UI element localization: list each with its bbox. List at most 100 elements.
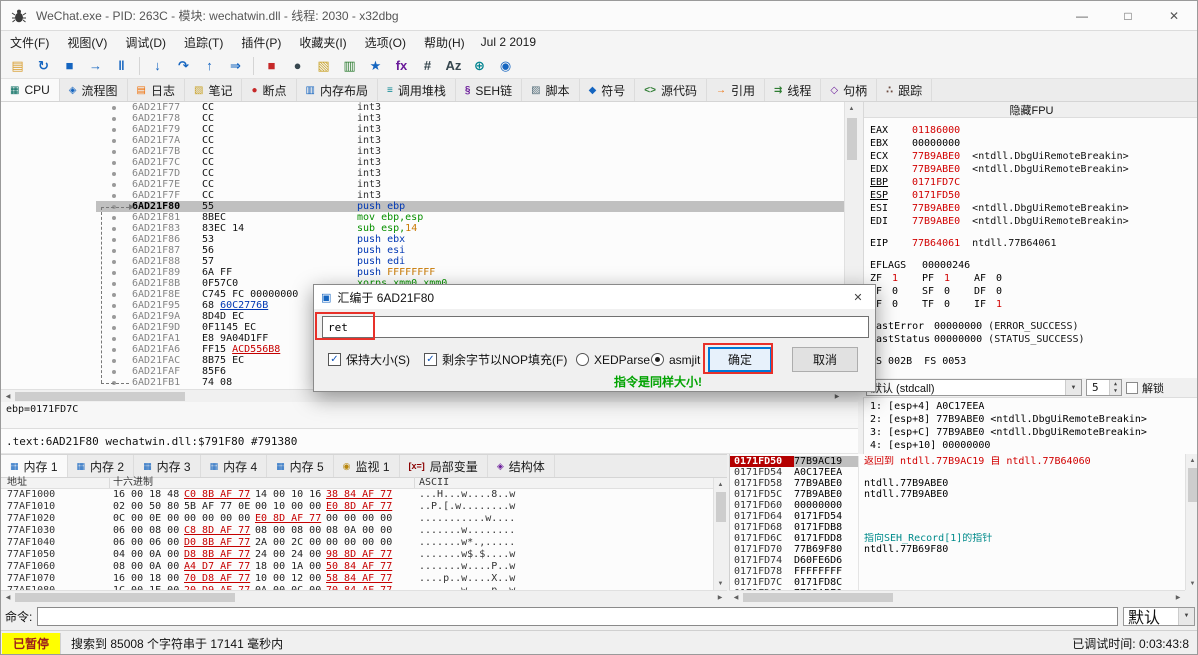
breakpoints-button[interactable]: ● <box>285 55 310 77</box>
bottom-tab-struct[interactable]: ◈结构体 <box>488 455 555 477</box>
flag-if[interactable]: IF1 <box>974 298 1026 311</box>
menu-item[interactable]: 追踪(T) <box>175 31 232 53</box>
dialog-close-icon[interactable]: ✕ <box>841 285 875 309</box>
disasm-row[interactable]: 6AD21F79CCint3 <box>96 124 844 135</box>
disasm-row[interactable]: 6AD21F8756push esi <box>96 245 844 256</box>
disasm-row[interactable]: 6AD21F8857push edi <box>96 256 844 267</box>
bottom-tab-watch-1[interactable]: ◉监视 1 <box>334 455 400 477</box>
register-row[interactable]: ESP0171FD50 <box>870 189 1198 202</box>
stack-row[interactable]: 0171FD6C0171FDD8指向SEH_Record[1]的指针 <box>730 533 1198 544</box>
disasm-row[interactable]: 6AD21F818BECmov ebp,esp <box>96 212 844 223</box>
disasm-row[interactable]: 6AD21F8055push ebp <box>96 201 844 212</box>
scroll-left-icon[interactable]: ◀ <box>729 591 743 603</box>
step-over-button[interactable]: ↷ <box>171 55 196 77</box>
tab-symbols[interactable]: ◆符号 <box>580 79 636 101</box>
scroll-right-icon[interactable]: ▶ <box>713 591 727 603</box>
case-button[interactable]: Az <box>441 55 466 77</box>
tab-seh-chain[interactable]: §SEH链 <box>456 79 522 101</box>
flag-df[interactable]: DF0 <box>974 285 1026 298</box>
settings-button[interactable]: ⊕ <box>467 55 492 77</box>
memory-map-button[interactable]: ▥ <box>337 55 362 77</box>
disasm-row[interactable]: 6AD21F7BCCint3 <box>96 146 844 157</box>
register-row[interactable]: EAX01186000 <box>870 124 1198 137</box>
dump-row[interactable]: 77AF107016 00 18 0070 D8 AF 7710 00 12 0… <box>1 573 713 585</box>
register-row[interactable]: EBX00000000 <box>870 137 1198 150</box>
tab-cpu[interactable]: ▦CPU <box>1 79 60 101</box>
disasm-row[interactable]: 6AD21F78CCint3 <box>96 113 844 124</box>
scroll-up-icon[interactable]: ▲ <box>845 102 858 115</box>
tab-trace[interactable]: ∴跟踪 <box>877 79 932 101</box>
step-into-button[interactable]: ↓ <box>145 55 170 77</box>
function-analysis-button[interactable]: fx <box>389 55 414 77</box>
register-row[interactable]: ECX77B9ABE0<ntdll.DbgUiRemoteBreakin> <box>870 150 1198 163</box>
tab-source[interactable]: <>源代码 <box>635 79 707 101</box>
disasm-row[interactable]: 6AD21F7DCCint3 <box>96 168 844 179</box>
scroll-thumb[interactable] <box>1188 468 1198 502</box>
register-row[interactable]: LastError00000000(ERROR_SUCCESS) <box>870 320 1198 333</box>
segment-registers-row[interactable]: GS 002B FS 0053 <box>870 355 1198 368</box>
xedparse-radio[interactable]: XEDParse <box>576 347 650 372</box>
argument-count-stepper[interactable]: 5 ▲ ▼ <box>1086 379 1122 396</box>
chevron-down-icon[interactable]: ▼ <box>1178 608 1194 625</box>
tab-graph[interactable]: ◈流程图 <box>60 79 128 101</box>
stack-vertical-scrollbar[interactable]: ▲ ▼ <box>1185 454 1198 590</box>
tab-handles[interactable]: ◇句柄 <box>821 79 877 101</box>
argument-row[interactable]: 4: [esp+10] 00000000 <box>870 439 1198 452</box>
bottom-tab-memory-4[interactable]: ▦内存 4 <box>201 455 268 477</box>
menu-item[interactable]: 选项(O) <box>356 31 415 53</box>
cancel-button[interactable]: 取消 <box>792 347 858 372</box>
flag-sf[interactable]: SF0 <box>922 285 974 298</box>
scroll-thumb[interactable] <box>743 593 893 602</box>
disasm-row[interactable]: 6AD21F7ECCint3 <box>96 179 844 190</box>
dump-row[interactable]: 77AF10200C 00 0E 0000 00 00 00E0 8D AF 7… <box>1 513 713 525</box>
flag-af[interactable]: AF0 <box>974 272 1026 285</box>
scroll-up-icon[interactable]: ▲ <box>1186 454 1198 467</box>
register-row[interactable]: EIP77B64061ntdll.77B64061 <box>870 237 1198 250</box>
stack-row[interactable]: 0171FD54A0C17EEA <box>730 467 1198 478</box>
disasm-row[interactable]: 6AD21F8383EC 14sub esp,14 <box>96 223 844 234</box>
dump-row[interactable]: 77AF100016 00 18 48C0 8B AF 7714 00 10 1… <box>1 489 713 501</box>
dump-row[interactable]: 77AF103006 00 08 00C8 8D AF 7708 00 08 0… <box>1 525 713 537</box>
stack-row[interactable]: 0171FD74D60FE6D6 <box>730 555 1198 566</box>
menu-item[interactable]: 调试(D) <box>116 31 175 53</box>
assemble-instruction-input[interactable] <box>322 316 869 338</box>
flag-of[interactable]: OF0 <box>870 285 922 298</box>
stack-pane[interactable]: 0171FD5077B9AC19返回到 ntdll.77B9AC19 自 ntd… <box>729 454 1198 590</box>
scroll-thumb[interactable] <box>716 492 726 522</box>
tab-memory-map[interactable]: ▥内存布局 <box>297 79 378 101</box>
menu-item[interactable]: 文件(F) <box>1 31 58 53</box>
disasm-row[interactable]: 6AD21F7CCCint3 <box>96 157 844 168</box>
scroll-down-icon[interactable]: ▼ <box>714 577 727 590</box>
tab-breakpoints[interactable]: ●断点 <box>242 79 296 101</box>
disasm-row[interactable]: 6AD21F7FCCint3 <box>96 190 844 201</box>
dump-vertical-scrollbar[interactable]: ▲ ▼ <box>713 478 727 590</box>
restart-button[interactable]: ↻ <box>31 55 56 77</box>
stack-row[interactable]: 0171FD78FFFFFFFF <box>730 566 1198 577</box>
disasm-row[interactable]: 6AD21F8653push ebx <box>96 234 844 245</box>
hash-button[interactable]: # <box>415 55 440 77</box>
stack-row[interactable]: 0171FD6000000000 <box>730 500 1198 511</box>
stack-row[interactable]: 0171FD7C0171FD8C <box>730 577 1198 588</box>
command-mode-select[interactable]: 默认 ▼ <box>1123 607 1195 626</box>
register-row[interactable]: EDI77B9ABE0<ntdll.DbgUiRemoteBreakin> <box>870 215 1198 228</box>
hide-fpu-button[interactable]: 隐藏FPU <box>864 102 1198 118</box>
menu-item[interactable]: 收藏夹(I) <box>290 31 355 53</box>
scroll-thumb[interactable] <box>847 118 857 160</box>
stack-horizontal-scrollbar[interactable]: ◀ ▶ <box>729 590 1185 603</box>
command-input[interactable] <box>37 607 1118 626</box>
menu-item[interactable]: 帮助(H) <box>415 31 474 53</box>
scroll-left-icon[interactable]: ◀ <box>1 591 15 603</box>
unlock-checkbox[interactable]: 解锁 <box>1126 380 1164 396</box>
stack-row[interactable]: 0171FD680171FDB8 <box>730 522 1198 533</box>
argument-row[interactable]: 1: [esp+4] A0C17EEA <box>870 400 1198 413</box>
nop-fill-checkbox[interactable]: ✓ 剩余字节以NOP填充(F) <box>424 347 567 372</box>
register-row[interactable]: LastStatus00000000(STATUS_SUCCESS) <box>870 333 1198 346</box>
tab-threads[interactable]: ⇉线程 <box>765 79 821 101</box>
bottom-tab-memory-5[interactable]: ▦内存 5 <box>267 455 334 477</box>
register-row[interactable]: EDX77B9ABE0<ntdll.DbgUiRemoteBreakin> <box>870 163 1198 176</box>
bottom-tab-memory-2[interactable]: ▦内存 2 <box>68 455 135 477</box>
close-button[interactable]: ✕ <box>1151 1 1197 31</box>
dump-row[interactable]: 77AF101002 00 50 805B AF 77 0E00 10 00 0… <box>1 501 713 513</box>
chevron-down-icon[interactable]: ▼ <box>1065 380 1081 395</box>
scroll-down-icon[interactable]: ▼ <box>1186 577 1198 590</box>
